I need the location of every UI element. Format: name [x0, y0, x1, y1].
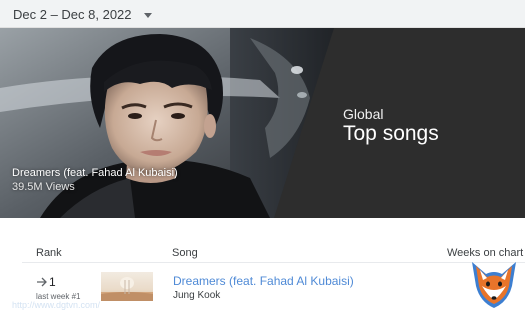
chart-table-header: Rank Song Weeks on chart [0, 240, 525, 262]
top-bar: Dec 2 – Dec 8, 2022 [0, 0, 525, 28]
album-art-image [101, 277, 153, 301]
song-artist: Jung Kook [173, 290, 221, 301]
hero-banner: Global Top songs Dreamers (feat. Fahad A… [0, 28, 525, 218]
fox-logo-icon [472, 262, 516, 308]
rank-number: 1 [49, 275, 56, 289]
arrow-right-icon [37, 277, 47, 287]
table-divider [22, 262, 525, 263]
hero-dark-panel [274, 28, 525, 218]
column-header-song: Song [172, 247, 198, 259]
watermark-url: http://www.dgtvn.com/ [12, 300, 101, 310]
hero-region: Global [343, 106, 384, 122]
hero-view-count: 39.5M Views [12, 181, 75, 193]
hero-title: Top songs [343, 122, 439, 145]
column-header-rank: Rank [36, 247, 62, 259]
album-art[interactable] [101, 272, 153, 301]
chevron-down-icon [143, 12, 152, 18]
song-title-link[interactable]: Dreamers (feat. Fahad Al Kubaisi) [173, 274, 354, 288]
hero-featured-song[interactable]: Dreamers (feat. Fahad Al Kubaisi) [12, 167, 178, 179]
date-range-label: Dec 2 – Dec 8, 2022 [13, 6, 132, 22]
date-range-dropdown[interactable]: Dec 2 – Dec 8, 2022 [13, 5, 152, 23]
